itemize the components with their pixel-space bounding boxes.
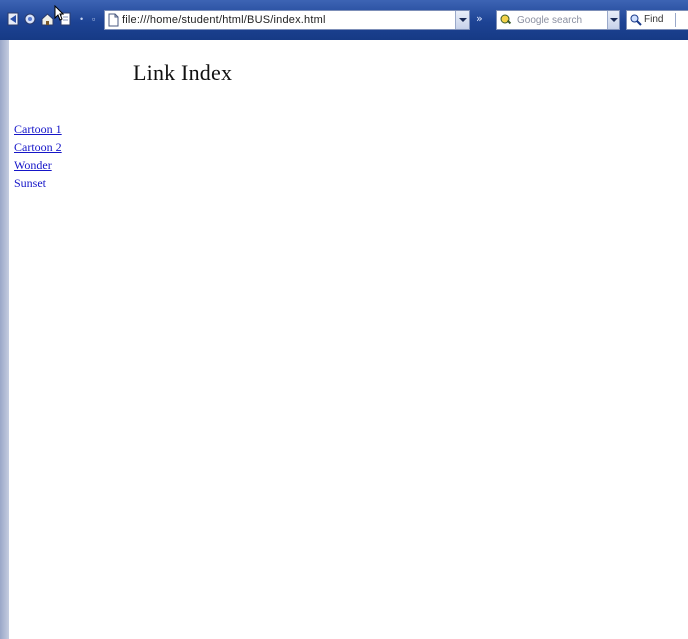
- link-cartoon-2[interactable]: Cartoon 2: [14, 140, 62, 154]
- find-box[interactable]: Find: [626, 10, 688, 30]
- link-wonder[interactable]: Wonder: [14, 158, 52, 172]
- toolbar-separator: ▫: [92, 14, 96, 24]
- page-icon: [108, 13, 119, 27]
- search-engine-icon[interactable]: [499, 13, 513, 27]
- back-icon[interactable]: [6, 11, 21, 27]
- search-dropdown-button[interactable]: [607, 11, 619, 29]
- find-label: Find: [644, 14, 664, 25]
- toolbar-separator: •: [80, 14, 84, 24]
- find-icon[interactable]: [629, 13, 643, 27]
- go-button[interactable]: »: [476, 11, 490, 27]
- address-dropdown-button[interactable]: [455, 11, 469, 29]
- link-list: Cartoon 1 Cartoon 2 Wonder Sunset: [14, 120, 62, 192]
- list-item: Sunset: [14, 174, 62, 192]
- mouse-cursor-icon: [54, 4, 65, 21]
- search-box[interactable]: [496, 10, 620, 30]
- link-cartoon-1[interactable]: Cartoon 1: [14, 122, 62, 136]
- search-input[interactable]: [517, 13, 603, 27]
- address-url[interactable]: file:///home/student/html/BUS/index.html: [122, 13, 326, 27]
- find-extra-button[interactable]: [675, 13, 686, 27]
- list-item: Cartoon 2: [14, 138, 62, 156]
- list-item: Cartoon 1: [14, 120, 62, 138]
- window-left-border: [0, 40, 9, 639]
- page-title: Link Index: [133, 60, 233, 85]
- browser-toolbar: • ▫ file:///home/student/html/BUS/index.…: [0, 0, 688, 40]
- list-item: Wonder: [14, 156, 62, 174]
- link-sunset[interactable]: Sunset: [14, 176, 46, 190]
- address-bar[interactable]: file:///home/student/html/BUS/index.html: [104, 10, 470, 30]
- reload-icon[interactable]: [23, 11, 38, 27]
- page-content: Link Index Cartoon 1 Cartoon 2 Wonder Su…: [9, 40, 688, 639]
- home-icon[interactable]: [40, 11, 55, 27]
